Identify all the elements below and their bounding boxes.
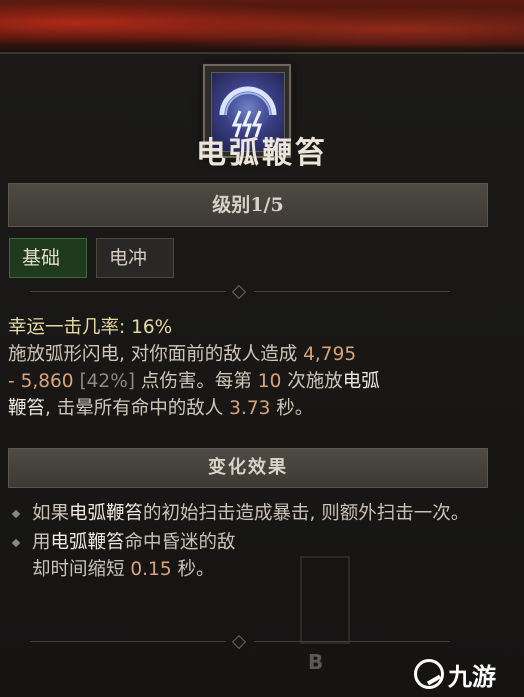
damage-percent: [42%] [79, 371, 135, 392]
skill-description: 幸运一击几率: 16% 施放弧形闪电, 对你面前的敌人造成 4,795 - 5,… [8, 314, 488, 422]
lucky-hit-value: 16% [131, 317, 173, 338]
watermark-letter: B [308, 650, 324, 674]
description-text: , 击晕所有命中的敌人 [45, 398, 224, 419]
site-logo: 九游 [414, 658, 496, 691]
modifier-item: 用电弧鞭笞命中昏迷的敌 却时间缩短 0.15 秒。 [8, 529, 488, 583]
modifier-text: 秒。 [177, 559, 215, 580]
damage-separator: - [8, 371, 15, 392]
stun-duration: 3.73 [229, 398, 271, 419]
damage-line: 施放弧形闪电, 对你面前的敌人造成 4,795 [8, 341, 488, 368]
cooldown-reduction: 0.15 [130, 559, 172, 580]
bullet-icon [11, 538, 21, 548]
skill-reference: 电弧鞭笞 [69, 503, 144, 524]
modifier-text: 如果 [32, 503, 70, 524]
skill-title: 电弧鞭笞 [196, 136, 328, 171]
tag-shock: 电冲 [96, 238, 174, 278]
description-text: 点伤害。每第 [140, 371, 252, 392]
background-art [0, 0, 524, 58]
damage-line-2: - 5,860 [42%] 点伤害。每第 10 次施放电弧 [8, 368, 488, 395]
lucky-hit-label: 幸运一击几率: [8, 317, 126, 338]
lucky-hit-line: 幸运一击几率: 16% [8, 314, 488, 341]
modifier-text: 用 [32, 532, 51, 553]
watermark-shape [300, 556, 350, 644]
description-text: 秒。 [276, 398, 314, 419]
description-text: 次施放 [287, 371, 343, 392]
modifier-item: 如果电弧鞭笞的初始扫击造成暴击, 则额外扫击一次。 [8, 500, 488, 527]
skill-reference: 电弧鞭笞 [50, 532, 125, 553]
description-text: 施放弧形闪电, 对你面前的敌人造成 [8, 344, 298, 365]
cast-count: 10 [257, 371, 282, 392]
logo-icon [414, 659, 444, 689]
tag-basic: 基础 [9, 238, 87, 278]
modifier-text: 命中昏迷的敌 [124, 532, 236, 553]
skill-reference: 鞭笞 [8, 398, 46, 419]
logo-text: 九游 [448, 662, 496, 691]
bullet-icon [11, 509, 21, 519]
modifier-list: 如果电弧鞭笞的初始扫击造成暴击, 则额外扫击一次。 用电弧鞭笞命中昏迷的敌 却时… [8, 500, 488, 585]
divider [30, 634, 450, 650]
skill-reference: 电弧 [342, 371, 380, 392]
damage-max: 5,860 [20, 371, 74, 392]
modifier-text: 却时间缩短 [32, 559, 125, 580]
damage-min: 4,795 [303, 344, 357, 365]
stun-line: 鞭笞, 击晕所有命中的敌人 3.73 秒。 [8, 395, 488, 422]
divider [30, 284, 450, 300]
rank-bar: 级别1/5 [8, 183, 488, 227]
modifier-text: 的初始扫击造成暴击, 则额外扫击一次。 [143, 503, 470, 524]
modifiers-header: 变化效果 [8, 448, 488, 488]
